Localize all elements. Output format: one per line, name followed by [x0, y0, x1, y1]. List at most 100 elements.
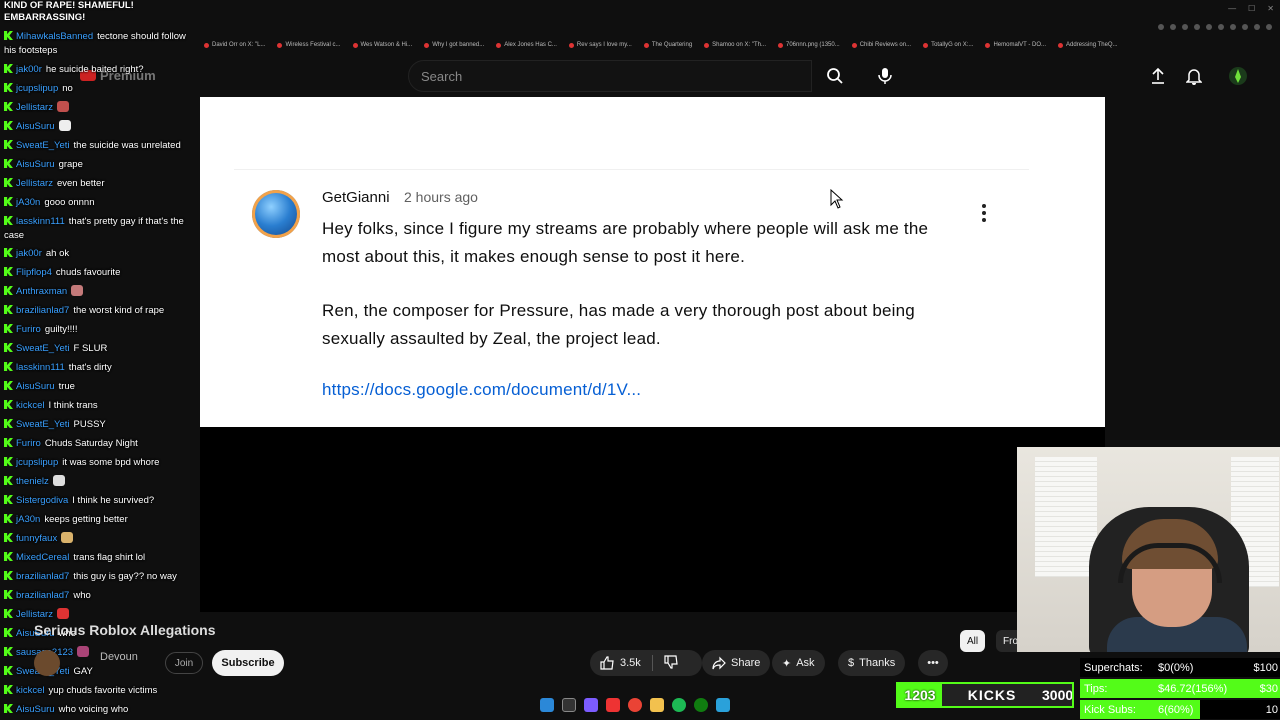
- divider: [651, 655, 653, 671]
- join-button[interactable]: Join: [165, 652, 203, 674]
- taskbar-search-icon[interactable]: [562, 698, 576, 712]
- bookmark-item[interactable]: Why I got banned...: [424, 38, 484, 52]
- chat-username[interactable]: jcupslipup: [16, 457, 58, 468]
- profile-icon[interactable]: [1266, 24, 1272, 30]
- chat-username[interactable]: Jellistarz: [16, 102, 53, 113]
- spotify-icon[interactable]: [672, 698, 686, 712]
- chat-username[interactable]: brazilianlad7: [16, 590, 69, 601]
- kick-badge-icon: [4, 324, 13, 333]
- telegram-icon[interactable]: [716, 698, 730, 712]
- channel-name[interactable]: Devoun: [100, 651, 138, 663]
- chat-username[interactable]: AisuSuru: [16, 159, 55, 170]
- star-icon[interactable]: [1218, 24, 1224, 30]
- voice-search-button[interactable]: [868, 60, 902, 92]
- kick-badge-icon: [4, 248, 13, 257]
- notifications-button[interactable]: [1182, 64, 1206, 88]
- chat-username[interactable]: MixedCereal: [16, 552, 69, 563]
- filter-chip-all[interactable]: All: [960, 630, 986, 652]
- search-input[interactable]: Search: [408, 60, 812, 92]
- bookmark-item[interactable]: Rev says I love my...: [569, 38, 632, 52]
- more-actions-button[interactable]: •••: [918, 650, 948, 676]
- channel-avatar[interactable]: [34, 650, 60, 676]
- extension-icon[interactable]: [1194, 24, 1200, 30]
- chat-username[interactable]: jak00r: [16, 248, 42, 259]
- chat-username[interactable]: SweatE_Yeti: [16, 140, 70, 151]
- chat-username[interactable]: Jellistarz: [16, 178, 53, 189]
- chat-username[interactable]: kickcel: [16, 400, 45, 411]
- app-icon[interactable]: [584, 698, 598, 712]
- share-icon: [712, 656, 726, 670]
- chat-username[interactable]: Sistergodiva: [16, 495, 68, 506]
- zoom-icon[interactable]: [1158, 24, 1164, 30]
- bookmark-item[interactable]: Alex Jones Has C...: [496, 38, 557, 52]
- dislike-button[interactable]: [664, 654, 678, 672]
- video-player[interactable]: GetGianni 2 hours ago Hey folks, since I…: [200, 97, 1105, 427]
- minimize-icon[interactable]: —: [1228, 4, 1236, 13]
- bookmark-item[interactable]: Wes Watson & Hi...: [353, 38, 413, 52]
- bookmark-item[interactable]: The Quartering: [644, 38, 692, 52]
- chat-username[interactable]: AisuSuru: [16, 381, 55, 392]
- extension-icon[interactable]: [1182, 24, 1188, 30]
- extension-icon[interactable]: [1242, 24, 1248, 30]
- chat-username[interactable]: lasskinn111: [16, 216, 65, 227]
- thanks-button[interactable]: $ Thanks: [838, 650, 906, 676]
- close-icon[interactable]: ✕: [1267, 4, 1274, 13]
- chat-username[interactable]: kickcel: [16, 685, 45, 696]
- extension-icon[interactable]: [1254, 24, 1260, 30]
- xbox-icon[interactable]: [694, 698, 708, 712]
- bookmark-item[interactable]: Wireless Festival c...: [277, 38, 340, 52]
- ask-label: Ask: [796, 657, 815, 669]
- extension-icon[interactable]: [1170, 24, 1176, 30]
- chat-username[interactable]: lasskinn111: [16, 362, 65, 373]
- chat-username[interactable]: SweatE_Yeti: [16, 343, 70, 354]
- chat-message: jcupslipup it was some bpd whore: [4, 456, 196, 470]
- chat-username[interactable]: jA30n: [16, 514, 40, 525]
- chat-username[interactable]: Anthraxman: [16, 286, 67, 297]
- thanks-icon: $: [848, 657, 855, 669]
- chat-username[interactable]: Jellistarz: [16, 609, 53, 620]
- chat-username[interactable]: Furiro: [16, 324, 41, 335]
- like-button[interactable]: 3.5k: [600, 656, 641, 670]
- chat-message: jcupslipup no: [4, 82, 196, 96]
- like-count: 3.5k: [620, 657, 641, 669]
- chat-username[interactable]: MihawkalsBanned: [16, 31, 93, 42]
- chat-username[interactable]: AisuSuru: [16, 121, 55, 132]
- windows-start-icon[interactable]: [540, 698, 554, 712]
- chat-username[interactable]: AisuSuru: [16, 704, 55, 715]
- chat-username[interactable]: funnyfaux: [16, 533, 57, 544]
- bookmark-item[interactable]: Addressing TheQ...: [1058, 38, 1118, 52]
- chat-username[interactable]: jA30n: [16, 197, 40, 208]
- chat-username[interactable]: jcupslipup: [16, 83, 58, 94]
- share-button[interactable]: Share: [702, 650, 771, 676]
- chat-message: brazilianlad7 the worst kind of rape: [4, 304, 196, 318]
- bookmark-item[interactable]: Chibi Reviews on...: [852, 38, 911, 52]
- chat-username[interactable]: SweatE_Yeti: [16, 419, 70, 430]
- bookmark-item[interactable]: David Orr on X: "L...: [204, 38, 265, 52]
- app-icon[interactable]: [606, 698, 620, 712]
- create-button[interactable]: [1146, 64, 1170, 88]
- kick-subs-row: Kick Subs: 6(60%) 10: [1080, 700, 1280, 719]
- bookmark-item[interactable]: HemomalVT - DO...: [985, 38, 1046, 52]
- account-avatar[interactable]: [1226, 64, 1250, 88]
- bookmark-item[interactable]: Shamoo on X: "Th...: [704, 38, 766, 52]
- chat-username[interactable]: brazilianlad7: [16, 571, 69, 582]
- bookmark-item[interactable]: TotallyG on X:...: [923, 38, 973, 52]
- chrome-icon[interactable]: [628, 698, 642, 712]
- extension-icon[interactable]: [1206, 24, 1212, 30]
- ask-button[interactable]: ✦ Ask: [772, 650, 825, 676]
- window-blind: [1035, 457, 1097, 577]
- folder-icon[interactable]: [650, 698, 664, 712]
- extension-icon[interactable]: [1230, 24, 1236, 30]
- chat-username[interactable]: jak00r: [16, 64, 42, 75]
- maximize-icon[interactable]: ☐: [1248, 4, 1255, 13]
- chat-username[interactable]: brazilianlad7: [16, 305, 69, 316]
- kick-badge-icon: [4, 533, 13, 542]
- subscribe-button[interactable]: Subscribe: [212, 650, 284, 676]
- chat-username[interactable]: Flipflop4: [16, 267, 52, 278]
- chat-text: yup chuds favorite victims: [48, 685, 158, 696]
- chat-username[interactable]: thenielz: [16, 476, 49, 487]
- chat-username[interactable]: Furiro: [16, 438, 41, 449]
- search-button[interactable]: [812, 60, 858, 92]
- superchats-row: Superchats: $0(0%) $100: [1080, 658, 1280, 677]
- bookmark-item[interactable]: 706nnn.png (1350...: [778, 38, 840, 52]
